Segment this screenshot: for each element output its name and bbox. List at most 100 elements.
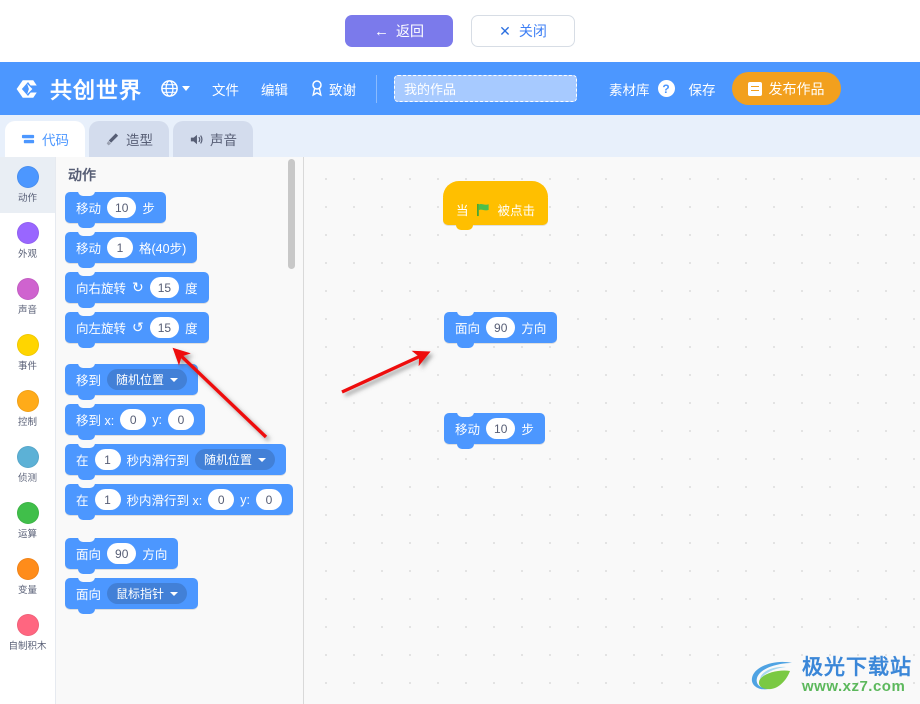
block-number-input[interactable]: 90 [107,543,137,564]
palette-block-8[interactable]: 面向 90 方向 [65,537,179,574]
palette-block-5[interactable]: 移到 x: 0 y: 0 [65,403,205,440]
category-item-8[interactable]: 自制积木 [0,605,55,661]
block-label: 移到 x: [76,414,115,428]
category-label: 自制积木 [8,641,47,652]
chevron-down-icon [170,377,179,382]
palette-block-2[interactable]: 向右旋转 ↻ 15 度 [65,271,209,308]
category-item-7[interactable]: 变量 [0,549,55,605]
block-number-input[interactable]: 0 [120,409,147,430]
category-label: 控制 [17,417,37,428]
canvas-stack-block[interactable]: 面向 90 方向 [444,311,558,348]
block-label: 在 [76,454,89,468]
save-button-label: 保存 [688,82,716,98]
palette-block-1[interactable]: 移动 1 格(40步) [65,231,198,268]
block-label: 秒内滑行到 [126,454,190,468]
question-mark-icon[interactable]: ? [657,80,675,97]
gongchuang-logo-icon [16,79,37,98]
category-item-5[interactable]: 侦测 [0,437,55,493]
scratch-editor-window: ← 返回 ✕ 关闭 共创世界 文件 编辑 致谢 我的作品 素材库 ? 保存 发布… [0,0,920,704]
palette-block-4[interactable]: 移到 随机位置 [65,363,199,400]
block-label: y: [240,492,250,507]
category-color-dot [16,278,39,300]
app-logo-text: 共创世界 [50,77,143,103]
block-number-input[interactable]: 15 [149,277,180,298]
block-label: 面向 [76,588,102,602]
globe-icon [161,80,178,97]
category-item-3[interactable]: 事件 [0,325,55,381]
app-header: 共创世界 文件 编辑 致谢 我的作品 素材库 ? 保存 发布作品 [0,62,920,115]
block-number-input[interactable]: 10 [107,197,137,218]
palette-block-0[interactable]: 移动 10 步 [65,191,166,228]
category-color-dot [16,390,39,412]
save-button[interactable]: 保存 [689,79,716,99]
hat-block-cap [443,181,549,197]
palette-block-list: 移动 10 步移动 1 格(40步) 向右旋转 ↻ 15 度向左旋转 ↺ 15 度移到 随机位置 移到 x… [65,191,293,618]
block-label: 方向 [521,322,547,336]
palette-block-9[interactable]: 面向 鼠标指针 [65,577,199,614]
watermark-text: 极光下载站 www.xz7.com [802,657,912,695]
block-number-input[interactable]: 0 [255,489,282,510]
aurora-swirl-logo-icon [751,661,792,690]
block-number-input[interactable]: 10 [486,418,516,439]
tab-sounds-label: 声音 [210,133,237,148]
block-palette[interactable]: 动作 移动 10 步移动 1 格(40步) 向右旋转 ↻ 15 度向左旋转 ↺ 15 度移到 随机位置移… [56,157,304,704]
block-label: 向左旋转 [76,322,127,336]
script-canvas[interactable]: 当 被点击面向 90 方向移动 10 步 [304,157,920,704]
chevron-down-icon [182,86,191,91]
canvas-block-1[interactable]: 面向 90 方向 [444,311,558,352]
block-dropdown[interactable]: 鼠标指针 [107,583,188,604]
block-dropdown[interactable]: 随机位置 [107,369,188,390]
block-dropdown-label: 随机位置 [116,373,165,387]
watermark-title: 极光下载站 [802,656,912,680]
canvas-stack-block[interactable]: 移动 10 步 [444,412,545,449]
category-label: 侦测 [17,473,37,484]
palette-block-6[interactable]: 在 1 秒内滑行到 随机位置 [65,443,287,480]
menu-item-file[interactable]: 文件 [212,79,239,99]
category-color-dot [16,222,39,244]
tab-costumes[interactable]: 造型 [89,121,169,157]
when-flag-clicked-block[interactable]: 当 被点击 [443,181,549,230]
category-label: 变量 [17,585,37,596]
speaker-icon [190,134,203,144]
category-item-0[interactable]: 动作 [0,157,55,213]
block-number-input[interactable]: 15 [149,317,180,338]
category-rail: 动作外观 声音 事件控制侦测运算变量自制积木 [0,157,56,704]
block-label: 移动 [76,242,102,256]
category-item-1[interactable]: 外观 [0,213,55,269]
menu-item-edit-label: 编辑 [261,82,289,98]
category-item-6[interactable]: 运算 [0,493,55,549]
block-label: 格(40步) [139,242,187,256]
project-name-input[interactable] [394,75,578,102]
asset-library-button[interactable]: 素材库 [609,79,650,99]
block-label: 步 [142,202,155,216]
block-label: 面向 [76,548,102,562]
header-right-group: 素材库 ? 保存 发布作品 [593,72,841,105]
block-label: 秒内滑行到 x: [126,494,203,508]
block-number-input[interactable]: 0 [208,489,235,510]
category-label: 动作 [17,193,37,204]
block-dropdown[interactable]: 随机位置 [195,449,276,470]
rotate-right-icon: ↻ [132,279,144,295]
tab-code[interactable]: 代码 [5,121,85,157]
menu-item-edit[interactable]: 编辑 [261,79,288,99]
menu-item-credits[interactable]: 致谢 [310,79,356,99]
close-button[interactable]: ✕ 关闭 [471,15,575,47]
category-item-2[interactable]: 声音 [0,269,55,325]
publish-list-icon [747,81,762,96]
app-logo[interactable]: 共创世界 [14,73,142,105]
block-label: 面向 [455,322,481,336]
canvas-block-2[interactable]: 移动 10 步 [444,412,545,453]
block-number-input[interactable]: 1 [94,489,121,510]
publish-button[interactable]: 发布作品 [731,72,841,105]
canvas-block-0[interactable]: 当 被点击 [443,181,549,230]
block-number-input[interactable]: 90 [486,317,516,338]
tab-sounds[interactable]: 声音 [173,121,253,157]
block-number-input[interactable]: 1 [94,449,121,470]
palette-block-7[interactable]: 在 1 秒内滑行到 x: 0 y: 0 [65,483,293,520]
language-selector[interactable] [160,79,191,98]
back-button[interactable]: ← 返回 [345,15,453,47]
palette-block-3[interactable]: 向左旋转 ↺ 15 度 [65,311,209,348]
block-number-input[interactable]: 1 [107,237,134,258]
block-number-input[interactable]: 0 [167,409,194,430]
category-item-4[interactable]: 控制 [0,381,55,437]
